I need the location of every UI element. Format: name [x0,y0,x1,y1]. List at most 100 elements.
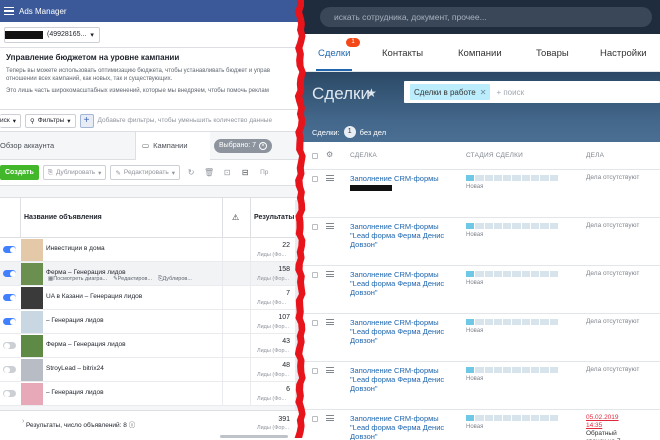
ad-name[interactable]: – Генерация лидов [46,317,104,324]
page-title: Сделки [312,84,370,103]
hamburger-menu-icon[interactable] [4,6,14,16]
tab-deals[interactable]: Сделки [318,48,350,59]
filter-search-input[interactable]: + поиск [496,88,524,97]
table-row[interactable]: Ферма – Генерация лидов 43 Лиды (Фор... [0,334,300,358]
deal-checkbox[interactable] [312,272,318,278]
footer-results-value: 391 [278,416,290,423]
tab-settings[interactable]: Настройки [600,48,647,59]
duplicate-button[interactable]: ⎘ Дублировать ▾ [42,165,107,180]
row-menu-icon[interactable] [326,175,334,181]
preview-button[interactable]: Пр [256,165,273,180]
deal-row[interactable]: Заполнение CRM-формы "Lead форма Ферма Д… [300,410,660,440]
deal-checkbox[interactable] [312,224,318,230]
deal-title-link[interactable]: Заполнение CRM-формы "Lead форма Ферма Д… [350,270,460,297]
stage-label: Новая [466,232,484,238]
stage-progress-bar[interactable] [466,367,558,373]
ad-status-toggle[interactable] [3,390,16,397]
deal-checkbox[interactable] [312,416,318,422]
deal-row[interactable]: Заполнение CRM-формы "Lead форма Ферма Д… [300,314,660,362]
stage-progress-bar[interactable] [466,175,558,181]
tab-account-overview[interactable]: Обзор аккаунта [0,141,135,150]
toolbar-spacer [0,186,300,198]
column-stage[interactable]: СТАДИЯ СДЕЛКИ [466,152,523,159]
edit-button[interactable]: ✎ Редактировать ▾ [110,165,181,180]
table-row[interactable]: UA в Казани – Генерация лидов 7 Лиды (Фо… [0,286,300,310]
column-ad-name[interactable]: Название объявления [24,214,102,221]
deal-checkbox[interactable] [312,368,318,374]
deal-row[interactable]: Заполнение CRM-формы Новая Дела отсутству… [300,170,660,218]
ad-name[interactable]: StroyLead – bitrix24 [46,365,104,372]
ad-status-toggle[interactable] [3,246,16,253]
tab-companies[interactable]: Компании [458,48,502,59]
ad-name[interactable]: Ферма – Генерация лидов [46,341,126,348]
folder-icon: ▭ [142,141,150,150]
deal-row[interactable]: Заполнение CRM-формы "Lead форма Ферма Д… [300,266,660,314]
lock-icon[interactable]: ⊡ [220,165,234,180]
search-input[interactable]: искать сотрудника, документ, прочее... [320,7,652,27]
stage-progress-bar[interactable] [466,223,558,229]
deal-title-link[interactable]: Заполнение CRM-формы "Lead форма Ферма Д… [350,318,460,345]
stage-progress-bar[interactable] [466,271,558,277]
table-row[interactable]: StroyLead – bitrix24 48 Лиды (Фор... [0,358,300,382]
search-dropdown[interactable]: иск ▾ [0,113,21,128]
budget-notice-text: Теперь вы можете использовать оптимизаци… [6,68,271,82]
deal-title-link[interactable]: Заполнение CRM-формы "Lead форма Ферма Д… [350,366,460,393]
ad-status-toggle[interactable] [3,366,16,373]
tab-campaigns[interactable]: ▭ Кампании [135,131,210,160]
deals-count-badge[interactable]: 1 [343,126,356,138]
tab-products[interactable]: Товары [536,48,569,59]
ad-status-toggle[interactable] [3,270,16,277]
row-menu-icon[interactable] [326,367,334,373]
star-icon[interactable]: ★ [366,86,377,100]
horizontal-scrollbar[interactable] [220,435,288,438]
preview-icon[interactable]: ⊟ [238,165,252,180]
deal-checkbox[interactable] [312,176,318,182]
ad-name[interactable]: Инвестиции в дома [46,245,105,252]
split-divider [294,0,306,438]
table-row[interactable]: Инвестиции в дома 22 Лиды (Фо... [0,238,300,262]
activity-date-link[interactable]: 05.02.2019 14:35 [586,414,632,430]
ad-name[interactable]: UA в Казани – Генерация лидов [46,293,142,300]
deal-checkbox[interactable] [312,320,318,326]
stage-progress-bar[interactable] [466,415,558,421]
trash-icon[interactable]: 🗑 [202,165,216,180]
gear-icon[interactable]: ⚙ [326,150,333,159]
account-selector[interactable]: (49928165... ▾ [4,26,100,43]
stage-label: Новая [466,328,484,334]
filter-chip[interactable]: Сделки в работе ✕ [410,84,491,100]
table-row[interactable]: Ферма – Генерация лидов 158 Лиды (Фор...… [0,262,300,286]
stage-progress-bar[interactable] [466,319,558,325]
activities-status: Дела отсутствуют [586,174,640,181]
ad-status-toggle[interactable] [3,294,16,301]
view-charts-link[interactable]: ▦Посмотреть диагра... [48,276,107,283]
selected-count-chip[interactable]: Выбрано: 7 × [214,138,273,153]
filters-dropdown[interactable]: ⚲ Фильтры ▾ [25,113,76,128]
ad-status-toggle[interactable] [3,318,16,325]
select-all-checkbox[interactable] [312,153,318,159]
table-row[interactable]: – Генерация лидов 6 Лиды (Фо... [0,382,300,406]
edit-link[interactable]: ✎Редактиров... [113,276,152,283]
row-menu-icon[interactable] [326,223,334,229]
row-menu-icon[interactable] [326,319,334,325]
row-menu-icon[interactable] [326,415,334,421]
ad-name[interactable]: – Генерация лидов [46,389,104,396]
table-row[interactable]: – Генерация лидов 107 Лиды (Фор... [0,310,300,334]
column-results[interactable]: Результаты [254,214,294,221]
deal-row[interactable]: Заполнение CRM-формы "Lead форма Ферма Д… [300,362,660,410]
filter-search-box[interactable]: Сделки в работе ✕ + поиск [404,81,660,103]
deal-row[interactable]: Заполнение CRM-формы "Lead форма Ферма Д… [300,218,660,266]
add-filter-button[interactable]: + [79,113,94,128]
row-menu-icon[interactable] [326,271,334,277]
ad-name[interactable]: Ферма – Генерация лидов [46,269,126,276]
ad-status-toggle[interactable] [3,342,16,349]
create-button[interactable]: Создать [0,165,39,180]
tab-contacts[interactable]: Контакты [382,48,423,59]
chevron-right-icon[interactable]: › [22,418,24,425]
column-activities[interactable]: ДЕЛА [586,152,604,159]
refresh-icon[interactable]: ↻ [184,165,198,180]
deal-title-link[interactable]: Заполнение CRM-формы "Lead форма Ферма Д… [350,414,460,440]
column-deal[interactable]: СДЕЛКА [350,152,377,159]
deal-title-link[interactable]: Заполнение CRM-формы [350,174,460,191]
deal-title-link[interactable]: Заполнение CRM-формы "Lead форма Ферма Д… [350,222,460,249]
duplicate-link[interactable]: ⎘Дублиров... [158,276,192,283]
